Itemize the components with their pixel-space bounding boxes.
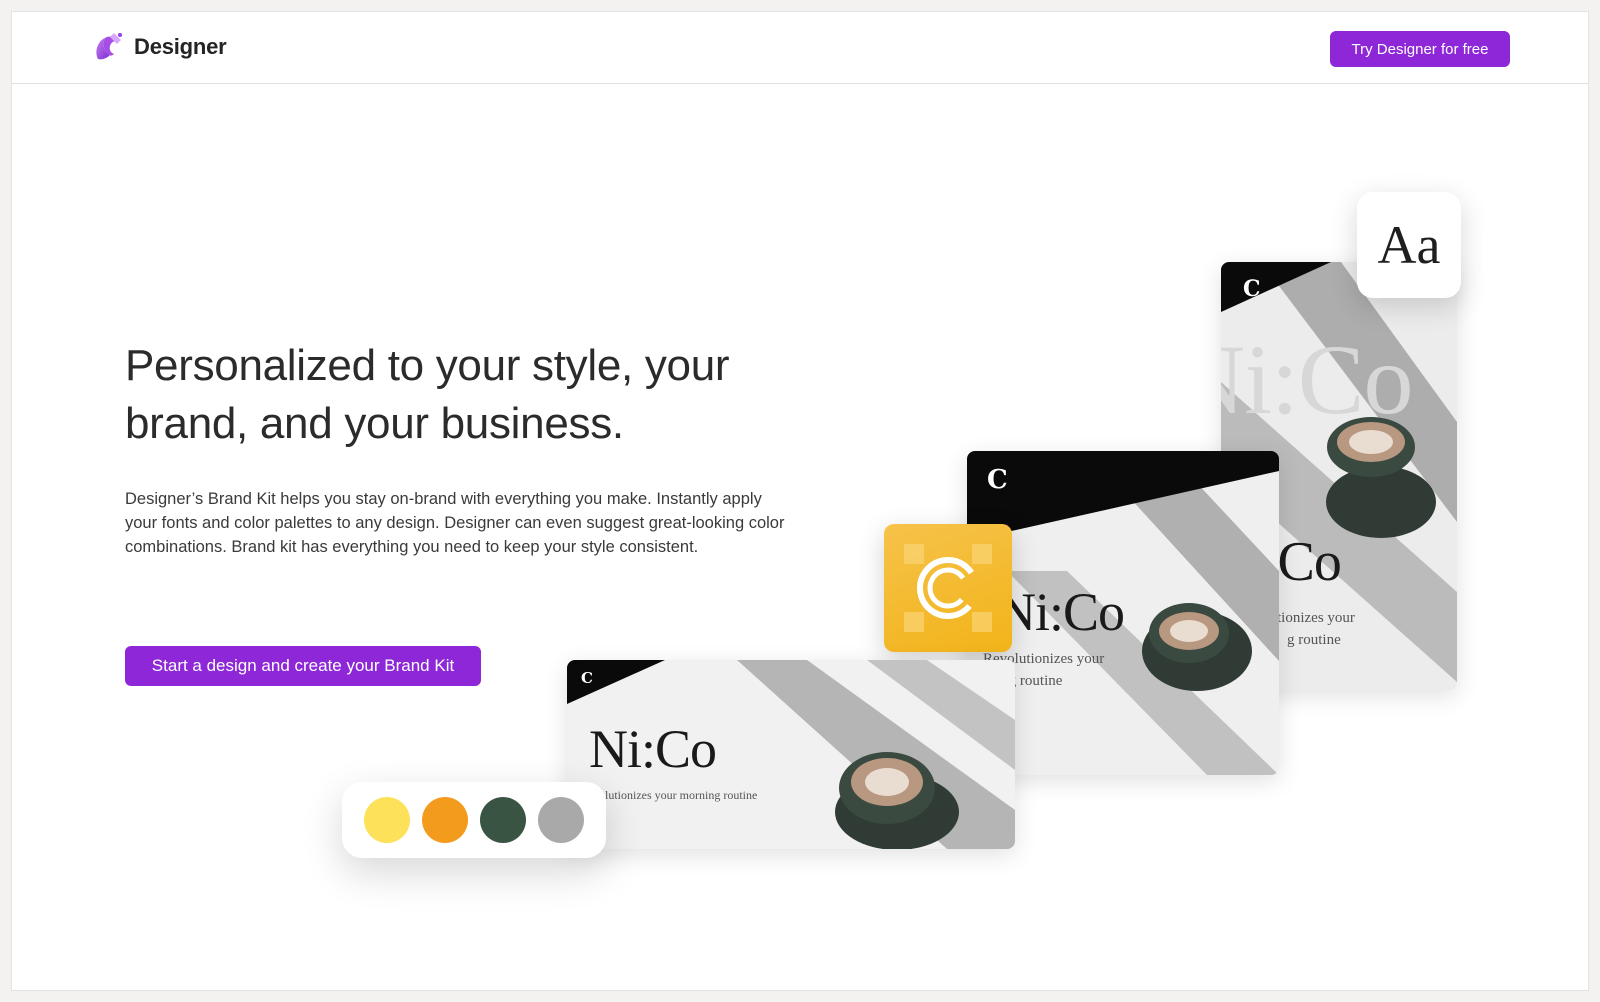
card-tagline: olutionizes your morning routine: [599, 788, 758, 802]
try-designer-button[interactable]: Try Designer for free: [1330, 31, 1510, 67]
logo-c-mark-icon: [904, 544, 992, 632]
card-brand-name: Ni:Co: [1221, 324, 1413, 435]
browser-window: Designer Try Designer for free Personali…: [11, 11, 1589, 991]
brand-logo-tile: [884, 524, 1012, 652]
swatch-yellow: [364, 797, 410, 843]
create-brand-kit-button[interactable]: Start a design and create your Brand Kit: [125, 646, 481, 686]
vertical-scrollbar[interactable]: [1588, 727, 1589, 855]
swatch-dark-green: [480, 797, 526, 843]
swatch-gray: [538, 797, 584, 843]
logo-c-icon: C: [581, 669, 593, 687]
color-palette: [342, 782, 606, 858]
card-tagline: tionizes your: [1277, 610, 1355, 626]
card-brand-name: Ni:Co: [997, 582, 1125, 642]
brand[interactable]: Designer: [90, 29, 227, 65]
top-navigation-bar: Designer Try Designer for free: [12, 12, 1588, 84]
logo-c-icon: C: [1243, 276, 1261, 302]
designer-logo-icon: [96, 33, 122, 60]
swatch-orange: [422, 797, 468, 843]
card-brand-name: Ni:Co: [589, 719, 717, 779]
hero-headline: Personalized to your style, your brand, …: [125, 341, 730, 448]
logo-c-icon: C: [987, 465, 1008, 495]
typeface-tile: Aa: [1357, 192, 1461, 298]
card-tagline: g routine: [1287, 632, 1341, 648]
app-name: Designer: [134, 34, 227, 59]
hero-description: Designer’s Brand Kit helps you stay on-b…: [125, 490, 785, 556]
brand-card-landscape: C Ni:Co olutionizes your morning routine: [567, 660, 1015, 849]
